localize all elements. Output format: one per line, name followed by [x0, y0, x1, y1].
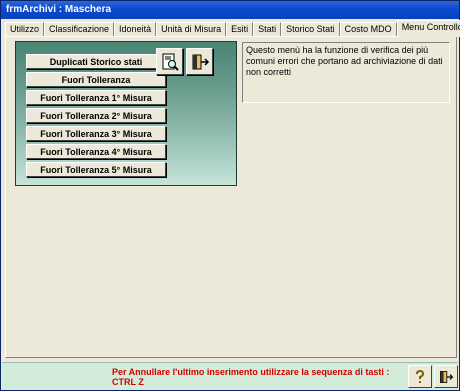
duplicati-storico-stati-button[interactable]: Duplicati Storico stati — [26, 54, 166, 69]
tab-idoneita[interactable]: Idoneità — [114, 22, 157, 37]
menu-panel: Duplicati Storico stati Fuori Tolleranza… — [15, 41, 237, 186]
fuori-tolleranza-1-button[interactable]: Fuori Tolleranza 1° Misura — [26, 90, 166, 105]
tab-stati[interactable]: Stati — [253, 22, 282, 37]
undo-hint: Per Annullare l'ultimo inserimento utili… — [112, 367, 392, 387]
fuori-tolleranza-button[interactable]: Fuori Tolleranza — [26, 72, 166, 87]
print-preview-button[interactable] — [156, 48, 183, 75]
window-title: frmArchivi : Maschera — [1, 1, 459, 19]
undo-hint-line2: CTRL Z — [112, 377, 144, 387]
fuori-tolleranza-4-button[interactable]: Fuori Tolleranza 4° Misura — [26, 144, 166, 159]
tab-classificazione[interactable]: Classificazione — [44, 22, 115, 37]
fuori-tolleranza-5-button[interactable]: Fuori Tolleranza 5° Misura — [26, 162, 166, 177]
tab-utilizzo[interactable]: Utilizzo — [5, 22, 45, 37]
tab-unita-di-misura[interactable]: Unità di Misura — [156, 22, 227, 37]
info-text: Questo menù ha la funzione di verifica d… — [242, 42, 450, 103]
fuori-tolleranza-2-button[interactable]: Fuori Tolleranza 2° Misura — [26, 108, 166, 123]
tab-costo-mdo[interactable]: Costo MDO — [339, 22, 397, 37]
status-bar: Per Annullare l'ultimo inserimento utili… — [2, 362, 458, 390]
exit-button[interactable] — [186, 48, 213, 75]
status-exit-button[interactable] — [434, 365, 458, 388]
fuori-tolleranza-3-button[interactable]: Fuori Tolleranza 3° Misura — [26, 126, 166, 141]
tab-strip: Utilizzo Classificazione Idoneità Unità … — [5, 20, 460, 37]
exit-door-icon — [440, 370, 454, 383]
tab-menu-controllo[interactable]: Menu Controllo — [396, 20, 460, 37]
print-preview-icon — [162, 53, 179, 71]
main-window: frmArchivi : Maschera Utilizzo Classific… — [0, 0, 460, 391]
help-button[interactable] — [408, 365, 432, 388]
undo-hint-line1: Per Annullare l'ultimo inserimento utili… — [112, 367, 390, 377]
tab-storico-stati[interactable]: Storico Stati — [281, 22, 340, 37]
tab-esiti[interactable]: Esiti — [226, 22, 254, 37]
exit-door-icon — [192, 54, 209, 69]
help-icon — [416, 369, 425, 383]
